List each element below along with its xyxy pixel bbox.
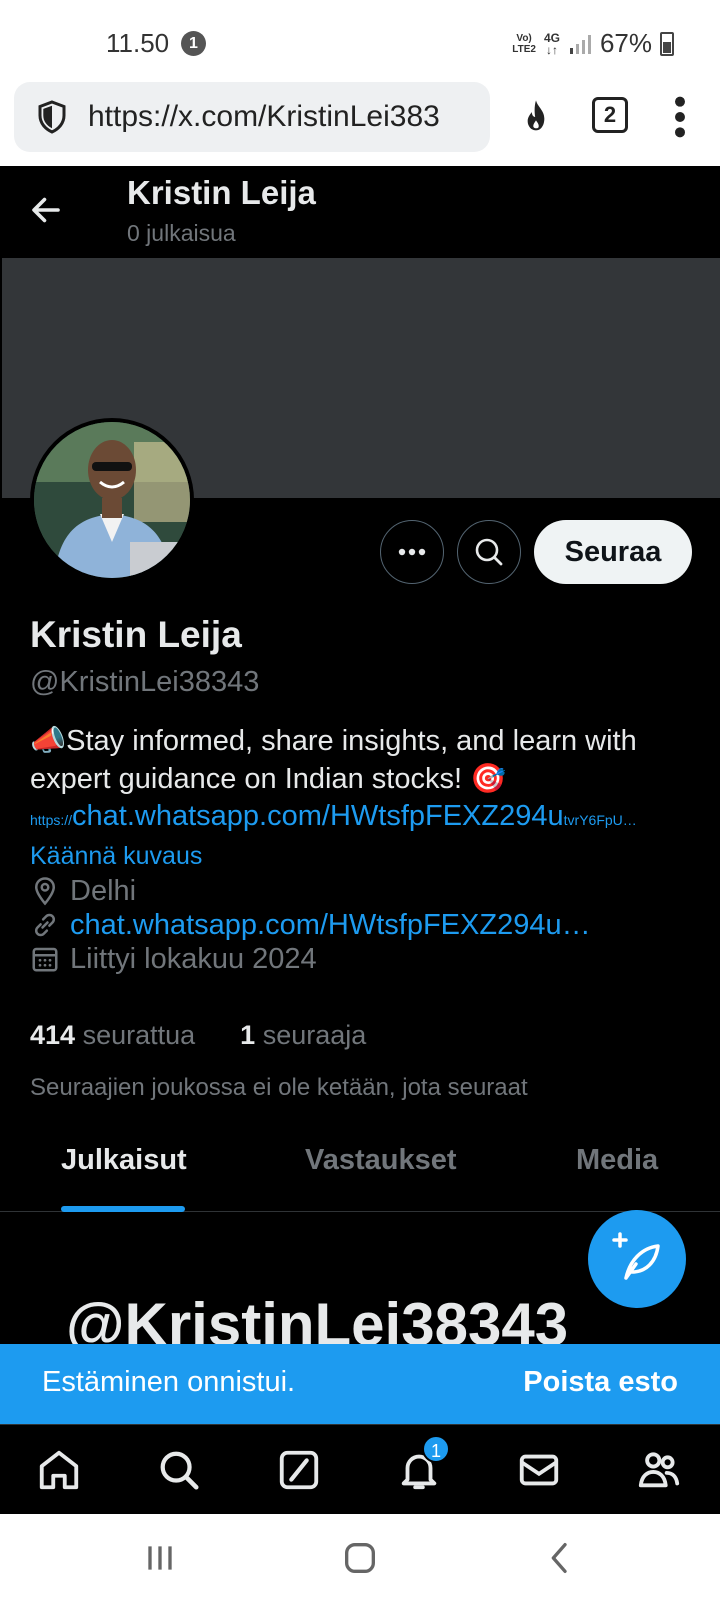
avatar[interactable]: [30, 418, 194, 582]
back-button-icon[interactable]: [540, 1538, 580, 1578]
recent-apps-icon[interactable]: [140, 1538, 180, 1578]
profile-location: Delhi: [70, 874, 137, 907]
notification-count-badge: 1: [181, 31, 206, 56]
system-navigation-bar: [0, 1514, 720, 1600]
avatar-image: [34, 422, 190, 578]
signal-icon: [569, 34, 591, 54]
grok-icon[interactable]: [276, 1447, 322, 1493]
notifications-badge: 1: [422, 1435, 450, 1463]
compose-post-button[interactable]: [588, 1210, 686, 1308]
home-button-icon[interactable]: [340, 1538, 380, 1578]
follow-counts: 414 seurattua 1 seuraaja: [30, 1020, 366, 1051]
link-icon: [34, 913, 56, 937]
search-profile-button[interactable]: [457, 520, 521, 584]
profile-tabs: Julkaisut Vastaukset Media: [0, 1126, 720, 1212]
battery-icon: [660, 31, 674, 56]
more-options-button[interactable]: [380, 520, 444, 584]
bottom-navigation: 1: [0, 1424, 720, 1514]
compose-feather-icon: [612, 1232, 660, 1280]
blocked-toast: Estäminen onnistui. Poista esto: [0, 1344, 720, 1424]
tab-media[interactable]: Media: [576, 1144, 658, 1177]
profile-handle: @KristinLei38343: [30, 666, 260, 698]
search-icon: [475, 538, 503, 566]
tab-posts[interactable]: Julkaisut: [61, 1144, 187, 1177]
toast-message: Estäminen onnistui.: [42, 1366, 296, 1398]
network-type: 4G ↓↑: [543, 30, 560, 57]
more-horizontal-icon: [398, 548, 426, 556]
fire-icon[interactable]: [516, 96, 556, 138]
home-icon[interactable]: [36, 1447, 82, 1493]
location-row: Delhi: [30, 874, 136, 908]
tab-switcher-button[interactable]: 2: [592, 97, 628, 133]
profile-bio: 📣Stay informed, share insights, and lear…: [30, 725, 637, 795]
location-pin-icon: [34, 877, 56, 906]
status-bar: 11.50 1 Vo) LTE2 4G ↓↑ 67%: [0, 0, 720, 82]
tab-replies[interactable]: Vastaukset: [305, 1144, 457, 1177]
explore-search-icon[interactable]: [156, 1447, 202, 1493]
x-profile-page: Kristin Leija 0 julkaisua Seuraa Kristin…: [0, 166, 720, 1514]
address-bar[interactable]: https://x.com/KristinLei383: [14, 82, 490, 152]
more-vertical-icon[interactable]: [668, 94, 692, 140]
header-name: Kristin Leija: [127, 174, 316, 211]
status-time: 11.50: [106, 28, 170, 58]
profile-joined-date: Liittyi lokakuu 2024: [70, 942, 317, 975]
calendar-icon: [32, 947, 58, 972]
bio-link[interactable]: https://chat.whatsapp.com/HWtsfpFEXZ294u…: [30, 800, 720, 833]
browser-toolbar: https://x.com/KristinLei383 2: [0, 82, 720, 166]
profile-name: Kristin Leija: [30, 614, 242, 655]
mutual-followers-text: Seuraajien joukossa ei ole ketään, jota …: [30, 1074, 528, 1101]
active-tab-indicator: [61, 1206, 185, 1212]
translate-bio-link[interactable]: Käännä kuvaus: [30, 842, 202, 871]
followers-link[interactable]: 1 seuraaja: [240, 1020, 366, 1050]
header-post-count: 0 julkaisua: [127, 220, 236, 246]
shield-icon[interactable]: [34, 99, 70, 135]
status-indicators: Vo) LTE2 4G ↓↑ 67%: [512, 28, 674, 59]
back-arrow-icon[interactable]: [28, 192, 64, 228]
volte-indicator: Vo) LTE2: [512, 32, 536, 55]
url-text[interactable]: https://x.com/KristinLei383: [88, 100, 468, 134]
follow-button[interactable]: Seuraa: [534, 520, 692, 584]
battery-percent: 67%: [599, 28, 652, 58]
profile-top-bar: Kristin Leija 0 julkaisua: [0, 166, 720, 258]
messages-icon[interactable]: [516, 1447, 562, 1493]
profile-website-link[interactable]: chat.whatsapp.com/HWtsfpFEXZ294u…: [70, 909, 591, 942]
communities-icon[interactable]: [636, 1447, 682, 1493]
joined-row: Liittyi lokakuu 2024: [30, 942, 317, 976]
following-link[interactable]: 414 seurattua: [30, 1020, 195, 1050]
website-row: chat.whatsapp.com/HWtsfpFEXZ294u…: [30, 908, 591, 942]
unblock-button[interactable]: Poista esto: [523, 1366, 678, 1399]
